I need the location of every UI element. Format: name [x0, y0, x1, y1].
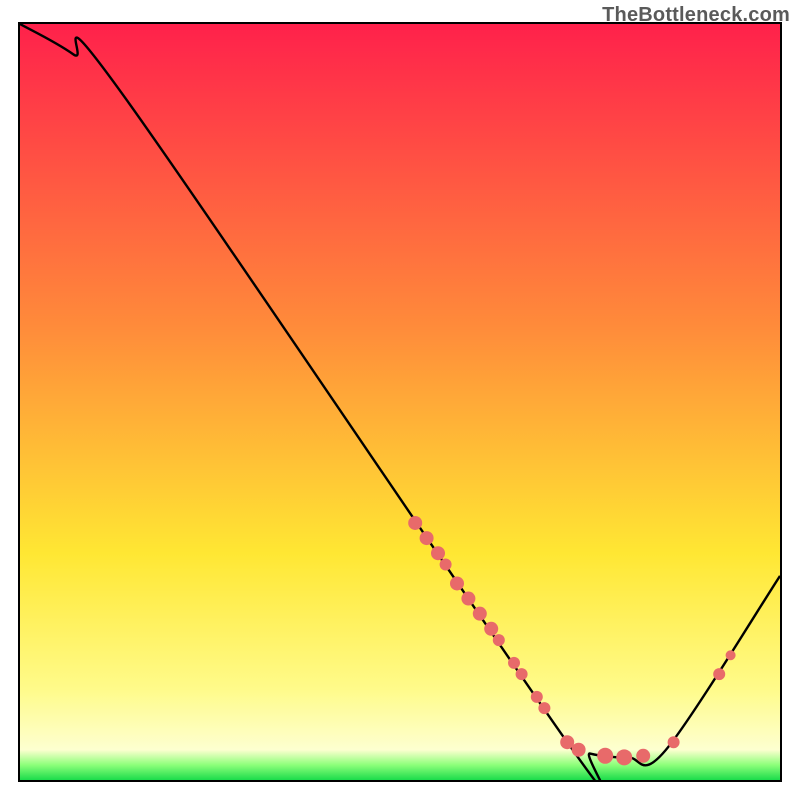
data-marker	[726, 650, 736, 660]
chart-plot-area	[18, 22, 782, 782]
data-markers	[408, 516, 735, 765]
data-marker	[597, 748, 613, 764]
data-marker	[560, 735, 574, 749]
bottleneck-curve	[20, 24, 780, 780]
data-marker	[408, 516, 422, 530]
data-marker	[420, 531, 434, 545]
data-marker	[431, 546, 445, 560]
data-marker	[668, 736, 680, 748]
data-marker	[484, 622, 498, 636]
data-marker	[508, 657, 520, 669]
data-marker	[493, 634, 505, 646]
data-marker	[450, 576, 464, 590]
data-marker	[473, 607, 487, 621]
data-marker	[636, 749, 650, 763]
data-marker	[531, 691, 543, 703]
data-marker	[440, 559, 452, 571]
chart-curve-layer	[20, 24, 780, 780]
data-marker	[713, 668, 725, 680]
data-marker	[538, 702, 550, 714]
data-marker	[461, 592, 475, 606]
data-marker	[516, 668, 528, 680]
data-marker	[616, 749, 632, 765]
data-marker	[572, 743, 586, 757]
